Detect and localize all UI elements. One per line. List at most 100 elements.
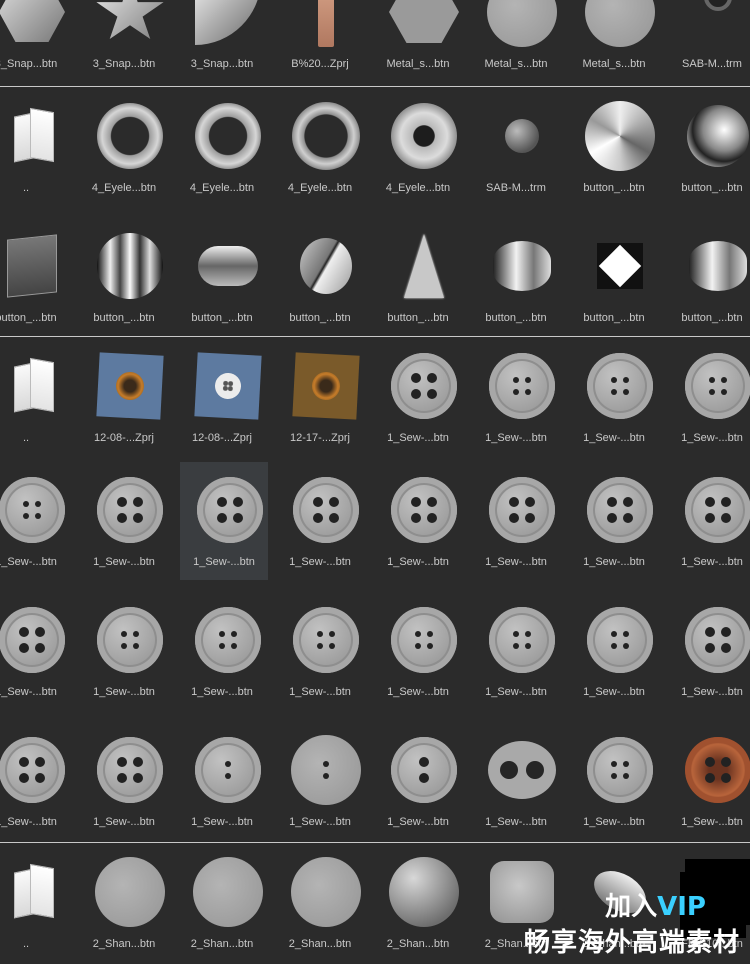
asset-tile[interactable]: button_...btn [178, 218, 266, 336]
asset-tile[interactable]: 2_Shan...btn [80, 844, 168, 962]
asset-tile[interactable]: button_...btn [0, 218, 70, 336]
asset-label: 1_Sew-...btn [485, 816, 547, 828]
asset-tile[interactable]: Metal_s...btn [570, 0, 658, 82]
folder-up-tile[interactable]: .. [0, 844, 70, 962]
folder-icon [12, 110, 52, 162]
asset-tile[interactable]: 1_Sew-...btn [276, 722, 364, 840]
asset-tile[interactable]: 1_Sew-...btn [668, 722, 750, 840]
asset-tile[interactable]: 4_Eyele...btn [276, 88, 364, 206]
asset-tile[interactable]: button_...btn [374, 218, 462, 336]
asset-tile[interactable]: button_...btn [570, 88, 658, 206]
disc-thumbnail [487, 0, 557, 47]
asset-tile[interactable]: 1_Sew-...btn [80, 592, 168, 710]
asset-tile[interactable]: 1_Sew-...btn [570, 722, 658, 840]
asset-tile[interactable]: 1_Sew-...btn [178, 722, 266, 840]
asset-tile[interactable]: 1_Sew-...btn [276, 462, 364, 580]
asset-label: 2_Shan...btn [190, 938, 254, 950]
asset-tile[interactable]: 1_Sew-...btn [570, 338, 658, 456]
asset-label: 12-08-...Zprj [94, 432, 154, 444]
metal-button-thumbnail [97, 233, 163, 299]
asset-tile[interactable]: Metal_s...btn [374, 0, 462, 82]
hexagon-thumbnail [389, 0, 459, 43]
asset-tile[interactable]: 1_Sew-...btn [0, 722, 70, 840]
two-hole-button-thumbnail [488, 741, 556, 799]
asset-tile[interactable]: 1_Sew-...btn [276, 592, 364, 710]
asset-tile[interactable]: 1_Sew-...btn [472, 462, 560, 580]
asset-label: 1_Sew-...btn [93, 686, 155, 698]
asset-tile[interactable]: 4_Eyele...btn [374, 88, 462, 206]
eyelet-thumbnail [292, 102, 360, 170]
folder-up-tile[interactable]: .. [0, 338, 70, 456]
asset-label: 1_Sew-...btn [0, 816, 57, 828]
diamond-button-thumbnail [597, 243, 643, 289]
asset-tile[interactable]: 2_Shan...btn [178, 844, 266, 962]
asset-tile[interactable]: 2_Shan...btn [276, 844, 364, 962]
star-thumbnail [96, 0, 164, 40]
asset-tile[interactable]: Metal_s...btn [472, 0, 560, 82]
asset-tile[interactable]: 4_Eyele...btn [178, 88, 266, 206]
asset-label: 3_Snap...btn [190, 58, 254, 70]
folder-up-tile[interactable]: .. [0, 88, 70, 206]
asset-label: 1_Sew-...btn [681, 816, 743, 828]
two-hole-button-thumbnail [391, 737, 457, 803]
asset-label: 1_Sew-...btn [289, 816, 351, 828]
asset-tile[interactable]: 1_Sew-...btn [668, 462, 750, 580]
asset-tile[interactable]: 1_Sew-...btn [80, 462, 168, 580]
asset-tile[interactable]: 2_Shan...btn [570, 844, 658, 962]
section-divider [0, 842, 750, 843]
asset-tile[interactable]: 1_Sew-...btn [374, 592, 462, 710]
asset-tile[interactable]: button_...btn [570, 218, 658, 336]
asset-tile[interactable]: 1_Sew-...btn [80, 722, 168, 840]
asset-tile[interactable]: 12-17-...Zprj [276, 338, 364, 456]
cylinder-button-thumbnail [493, 241, 551, 291]
asset-label: button_...btn [93, 312, 155, 324]
fabric-project-thumbnail [292, 352, 360, 420]
asset-label: 1_Sew-...btn [681, 432, 743, 444]
asset-label: 1_Sew-...btn [681, 556, 743, 568]
eyelet-thumbnail [391, 103, 457, 169]
asset-tile[interactable]: button_...btn [472, 218, 560, 336]
asset-label: 1_Sew-...btn [191, 686, 253, 698]
asset-tile[interactable]: 12-08-...Zprj [80, 338, 168, 456]
asset-tile-selected[interactable]: 1_Sew-...btn [180, 462, 268, 580]
asset-tile[interactable]: button_...btn [80, 218, 168, 336]
asset-tile[interactable]: 1_Sew-...btn [472, 592, 560, 710]
sew-button-thumbnail [391, 353, 457, 419]
asset-tile[interactable]: 1_Sew-...btn [0, 592, 70, 710]
asset-tile[interactable]: 1_Sew-...btn [668, 338, 750, 456]
asset-tile[interactable]: 1_Sew-...btn [178, 592, 266, 710]
asset-tile[interactable]: SAB-M...trm [472, 88, 560, 206]
fabric-project-thumbnail [194, 352, 262, 420]
sew-button-thumbnail [0, 737, 65, 803]
asset-tile[interactable]: 12-08-...Zprj [178, 338, 266, 456]
asset-label: 12-17-...Zprj [290, 432, 350, 444]
asset-tile[interactable]: 1_Sew-...btn [374, 338, 462, 456]
asset-tile[interactable]: button_...btn [668, 218, 750, 336]
asset-tile[interactable]: 2_Shan...btn [374, 844, 462, 962]
asset-tile[interactable]: 1_Sew-...btn [374, 722, 462, 840]
asset-tile[interactable]: 3_Snap...btn [178, 0, 266, 82]
eyelet-thumbnail [195, 103, 261, 169]
asset-tile[interactable]: 1_Sew-...btn [472, 338, 560, 456]
asset-tile[interactable]: 1_Sew-...btn [668, 592, 750, 710]
asset-tile[interactable]: 1_Sew-...btn [570, 462, 658, 580]
sew-button-thumbnail [587, 737, 653, 803]
asset-tile[interactable]: 4_Eyele...btn [80, 88, 168, 206]
asset-tile[interactable]: FBK-10...btn [668, 844, 750, 962]
asset-tile[interactable]: 3_Snap...btn [80, 0, 168, 82]
asset-tile[interactable]: button_...btn [668, 88, 750, 206]
folder-icon [12, 866, 52, 918]
asset-tile[interactable]: B%20...Zprj [276, 0, 364, 82]
asset-tile[interactable]: 3_Snap...btn [0, 0, 70, 82]
shank-button-thumbnail [586, 862, 654, 922]
asset-tile[interactable]: 1_Sew-...btn [0, 462, 70, 580]
asset-tile[interactable]: 2_Shan...btn [472, 844, 560, 962]
sew-button-thumbnail [293, 477, 359, 543]
asset-tile[interactable]: 1_Sew-...btn [472, 722, 560, 840]
asset-label: 2_Shan...btn [288, 938, 352, 950]
asset-tile[interactable]: 1_Sew-...btn [570, 592, 658, 710]
shank-button-thumbnail [95, 857, 165, 927]
asset-tile[interactable]: SAB-M...trm [668, 0, 750, 82]
asset-tile[interactable]: 1_Sew-...btn [374, 462, 462, 580]
asset-tile[interactable]: button_...btn [276, 218, 364, 336]
